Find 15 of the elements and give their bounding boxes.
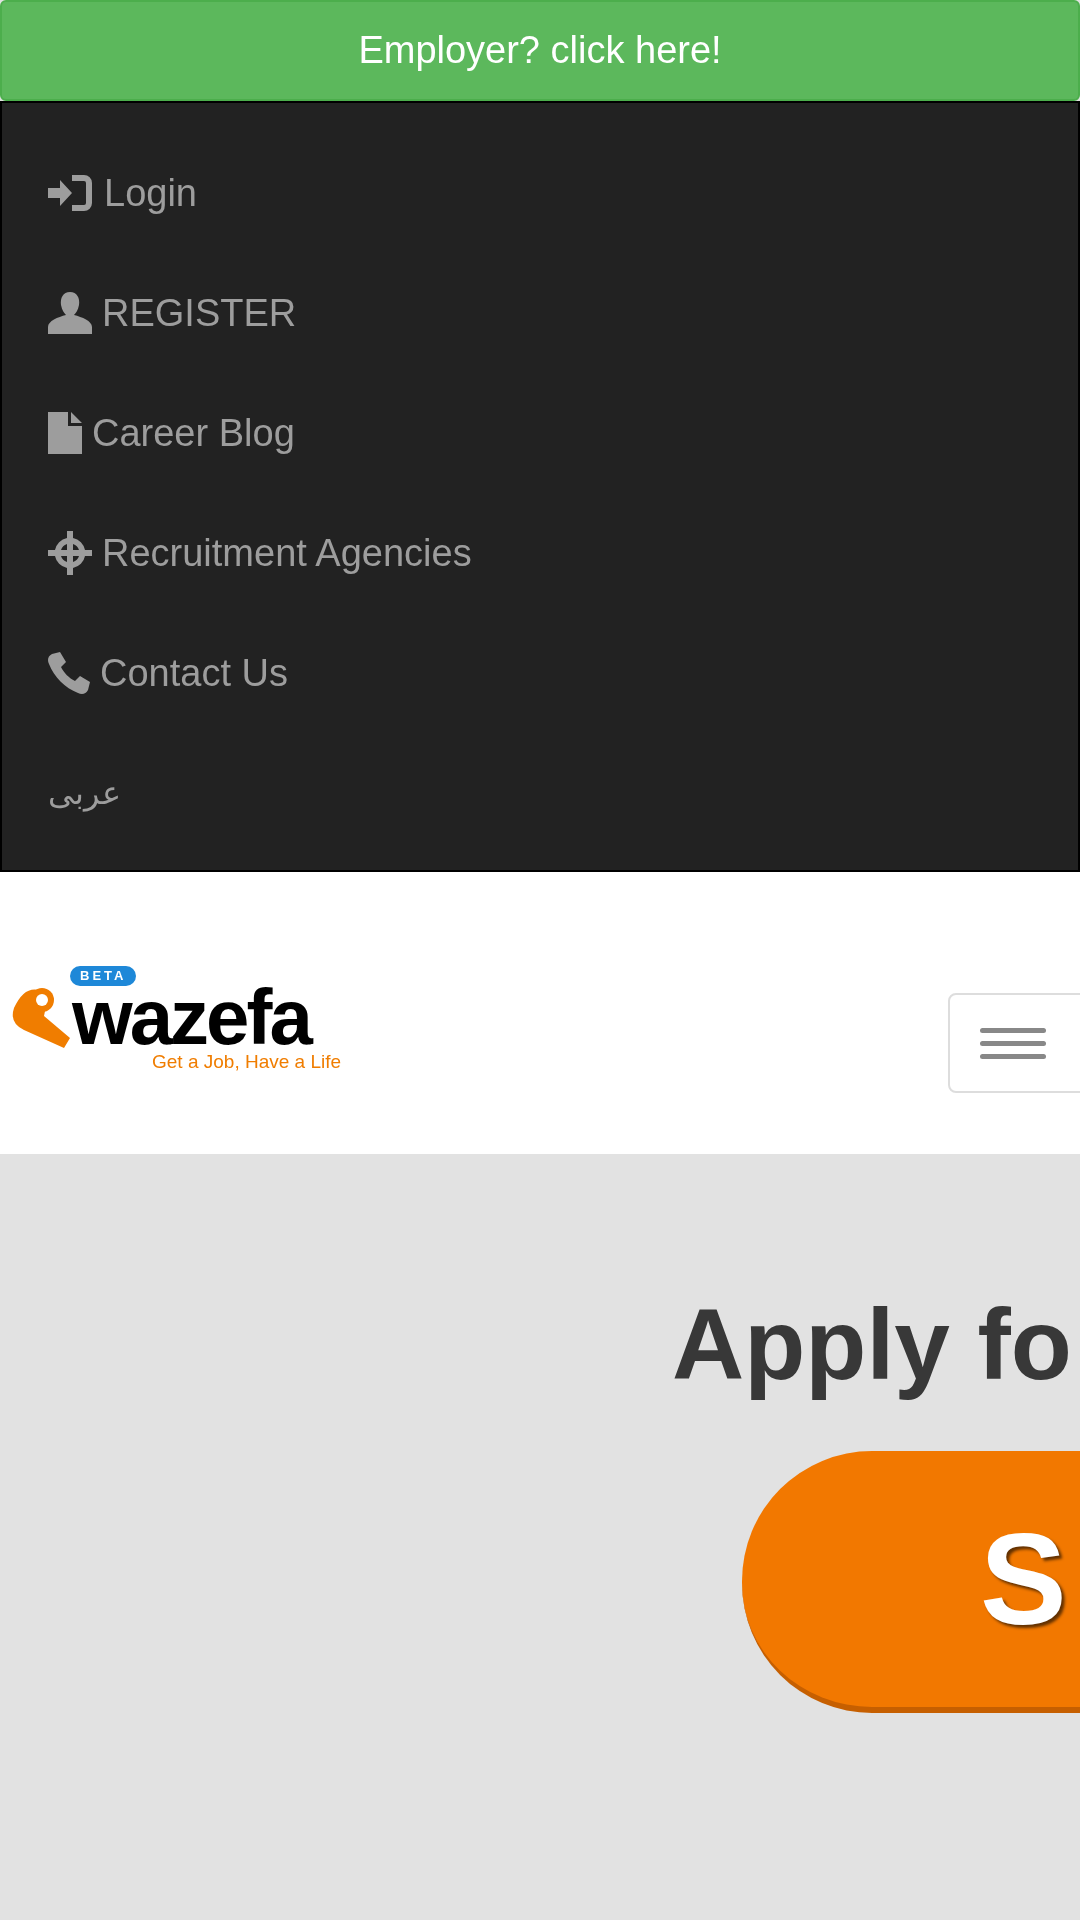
crosshair-icon bbox=[48, 531, 92, 575]
menu-link[interactable]: REGISTER bbox=[2, 253, 297, 373]
menu-link[interactable]: Career Blog bbox=[2, 373, 295, 493]
logo-tagline: Get a Job, Have a Life bbox=[152, 1052, 342, 1072]
menu-link[interactable]: عربى bbox=[2, 733, 121, 853]
menu-toggle-button[interactable] bbox=[948, 993, 1080, 1093]
user-icon bbox=[48, 292, 92, 334]
beta-badge: BETA bbox=[70, 966, 137, 986]
menu-link[interactable]: Login bbox=[2, 133, 197, 253]
hero-heading: Apply fo bbox=[672, 1287, 1072, 1402]
file-icon bbox=[48, 412, 82, 454]
menu-link[interactable]: Recruitment Agencies bbox=[2, 493, 472, 613]
login-icon bbox=[48, 173, 94, 213]
phone-icon bbox=[48, 652, 90, 694]
menu-link[interactable]: Contact Us bbox=[2, 613, 288, 733]
